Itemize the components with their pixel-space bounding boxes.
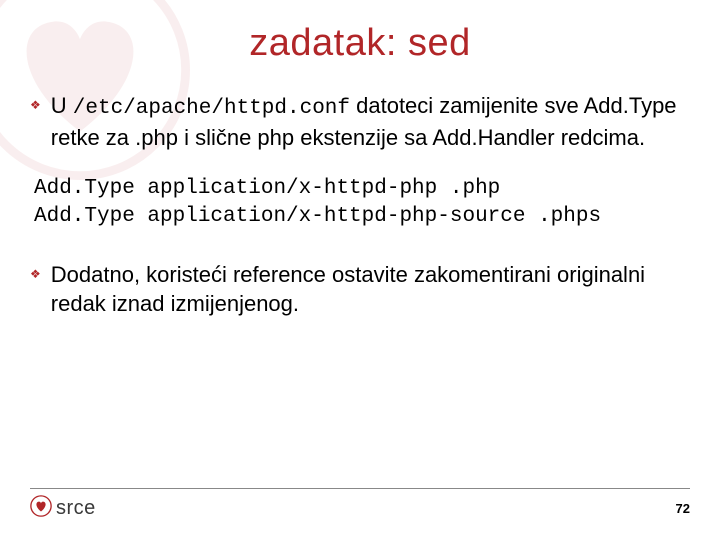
slide-title: zadatak: sed	[30, 22, 690, 65]
bullet-text: U /etc/apache/httpd.conf datoteci zamije…	[51, 91, 690, 153]
diamond-bullet-icon: ❖	[30, 267, 41, 281]
diamond-bullet-icon: ❖	[30, 98, 41, 112]
bullet-item: ❖ Dodatno, koristeći reference ostavite …	[30, 260, 690, 319]
bullet-text: Dodatno, koristeći reference ostavite za…	[51, 260, 690, 319]
bullet-item: ❖ U /etc/apache/httpd.conf datoteci zami…	[30, 91, 690, 153]
code-block: Add.Type application/x-httpd-php .php Ad…	[34, 175, 690, 232]
